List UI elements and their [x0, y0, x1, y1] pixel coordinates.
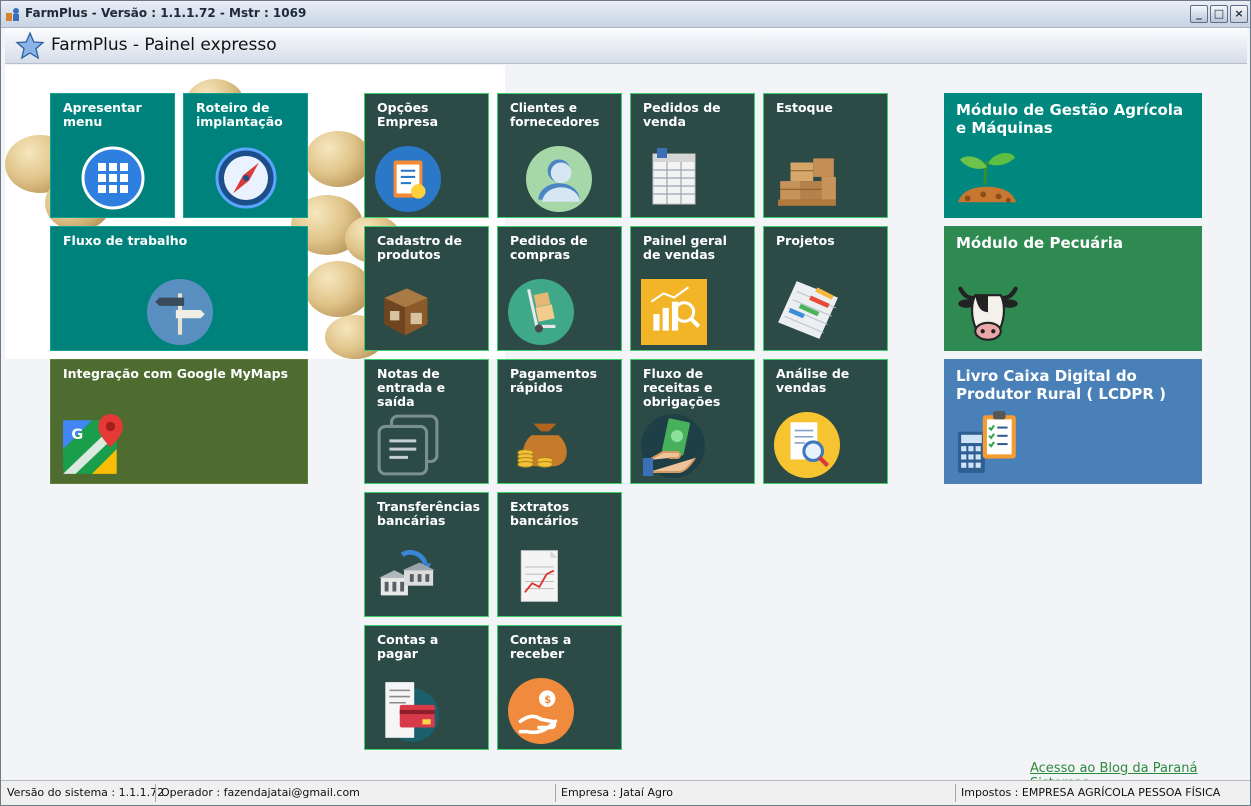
tile-label: Pedidos de compras	[510, 233, 588, 262]
tile-contas-receber[interactable]: Contas a receber $	[497, 625, 622, 750]
signpost-icon	[147, 279, 213, 345]
window-title: FarmPlus - Versão : 1.1.1.72 - Mstr : 10…	[25, 6, 307, 20]
sales-dashboard-icon	[641, 279, 707, 345]
tile-projetos[interactable]: Projetos	[763, 226, 888, 351]
close-button[interactable]: ×	[1230, 5, 1248, 23]
hand-coin-icon: $	[508, 678, 574, 744]
tile-label: Extratos bancários	[510, 499, 579, 528]
clipboard-checklist-icon	[375, 146, 441, 212]
tile-painel-geral-vendas[interactable]: Painel geral de vendas	[630, 226, 755, 351]
cash-hand-icon	[641, 414, 705, 478]
tile-fluxo-trabalho[interactable]: Fluxo de trabalho	[50, 226, 308, 351]
google-maps-icon: G	[63, 414, 123, 474]
tile-contas-pagar[interactable]: Contas a pagar	[364, 625, 489, 750]
statement-chart-icon	[520, 550, 558, 602]
tile-roteiro-implantacao[interactable]: Roteiro de implantação	[183, 93, 308, 218]
tile-label: Transferências bancárias	[377, 499, 481, 528]
panel-header: FarmPlus - Painel expresso	[5, 28, 1247, 64]
tile-label: Opções Empresa	[377, 100, 439, 129]
tile-pedidos-compras[interactable]: Pedidos de compras	[497, 226, 622, 351]
tile-google-mymaps[interactable]: Integração com Google MyMaps G	[50, 359, 308, 484]
tile-opcoes-empresa[interactable]: Opções Empresa	[364, 93, 489, 218]
status-separator	[955, 784, 956, 802]
page-title: FarmPlus - Painel expresso	[51, 35, 277, 55]
tile-label: Cadastro de produtos	[377, 233, 462, 262]
tile-label: Fluxo de trabalho	[63, 233, 188, 248]
module-label: Módulo de Gestão Agrícola e Máquinas	[956, 101, 1184, 137]
status-bar: Versão do sistema : 1.1.1.72 Operador : …	[1, 780, 1250, 805]
tile-label: Contas a receber	[510, 632, 572, 661]
tile-pedidos-venda[interactable]: Pedidos de venda	[630, 93, 755, 218]
svg-text:G: G	[71, 427, 83, 443]
tile-label: Fluxo de receitas e obrigações	[643, 366, 721, 409]
tile-label: Roteiro de implantação	[196, 100, 283, 129]
status-company: Empresa : Jataí Agro	[561, 786, 673, 799]
tile-label: Notas de entrada e saída	[377, 366, 446, 409]
tile-label: Análise de vendas	[776, 366, 850, 395]
star-icon	[15, 31, 45, 60]
tile-label: Contas a pagar	[377, 632, 439, 661]
tile-label: Integração com Google MyMaps	[63, 366, 289, 381]
tile-analise-vendas[interactable]: Análise de vendas	[763, 359, 888, 484]
bank-transfer-icon	[378, 549, 436, 596]
cow-icon	[958, 286, 1018, 341]
sales-sheet-icon	[652, 148, 696, 205]
tile-label: Pedidos de venda	[643, 100, 721, 129]
user-icon	[526, 146, 592, 212]
tile-apresentar-menu[interactable]: Apresentar menu	[50, 93, 175, 218]
bill-card-icon	[385, 682, 439, 742]
tile-label: Pagamentos rápidos	[510, 366, 598, 395]
compass-icon	[215, 147, 277, 209]
money-bag-icon	[517, 423, 567, 468]
tile-label: Painel geral de vendas	[643, 233, 727, 262]
tile-label: Projetos	[776, 233, 835, 248]
tile-pagamentos-rapidos[interactable]: Pagamentos rápidos	[497, 359, 622, 484]
documents-icon	[377, 414, 439, 476]
gantt-chart-icon	[778, 281, 838, 339]
tile-clientes-fornecedores[interactable]: Clientes e fornecedores	[497, 93, 622, 218]
status-taxes: Impostos : EMPRESA AGRÍCOLA PESSOA FÍSIC…	[961, 786, 1221, 799]
module-lcdpr[interactable]: Livro Caixa Digital do Produtor Rural ( …	[944, 359, 1202, 484]
status-separator	[155, 784, 156, 802]
hand-truck-icon	[508, 279, 574, 345]
module-label: Módulo de Pecuária	[956, 234, 1123, 252]
dashboard-content: Apresentar menu Roteiro de implantação F…	[5, 65, 1247, 791]
tile-label: Clientes e fornecedores	[510, 101, 600, 129]
status-operator: Operador : fazendajatai@gmail.com	[161, 786, 360, 799]
tile-extratos-bancarios[interactable]: Extratos bancários	[497, 492, 622, 617]
tile-cadastro-produtos[interactable]: Cadastro de produtos	[364, 226, 489, 351]
status-version: Versão do sistema : 1.1.1.72	[7, 786, 165, 799]
calculator-clipboard-icon	[958, 411, 1016, 473]
status-separator	[555, 784, 556, 802]
boxes-pallet-icon	[778, 158, 836, 206]
svg-text:$: $	[544, 694, 551, 706]
tile-notas-entrada-saida[interactable]: Notas de entrada e saída	[364, 359, 489, 484]
tile-label: Estoque	[776, 100, 833, 115]
app-window: FarmPlus - Versão : 1.1.1.72 - Mstr : 10…	[0, 0, 1251, 806]
module-label: Livro Caixa Digital do Produtor Rural ( …	[956, 367, 1167, 403]
product-box-icon	[384, 288, 428, 336]
seedling-icon	[957, 152, 1017, 203]
minimize-button[interactable]: _	[1190, 5, 1208, 23]
tile-transferencias-bancarias[interactable]: Transferências bancárias	[364, 492, 489, 617]
tile-fluxo-receitas-obrigacoes[interactable]: Fluxo de receitas e obrigações	[630, 359, 755, 484]
module-pecuaria[interactable]: Módulo de Pecuária	[944, 226, 1202, 351]
tile-estoque[interactable]: Estoque	[763, 93, 888, 218]
maximize-button[interactable]: □	[1210, 5, 1228, 23]
report-magnifier-icon	[774, 412, 840, 478]
tile-label: Apresentar menu	[63, 100, 142, 129]
farmplus-app-icon	[6, 8, 19, 21]
grid-menu-icon	[81, 146, 145, 210]
title-bar: FarmPlus - Versão : 1.1.1.72 - Mstr : 10…	[1, 1, 1250, 28]
module-gestao-agricola[interactable]: Módulo de Gestão Agrícola e Máquinas	[944, 93, 1202, 218]
